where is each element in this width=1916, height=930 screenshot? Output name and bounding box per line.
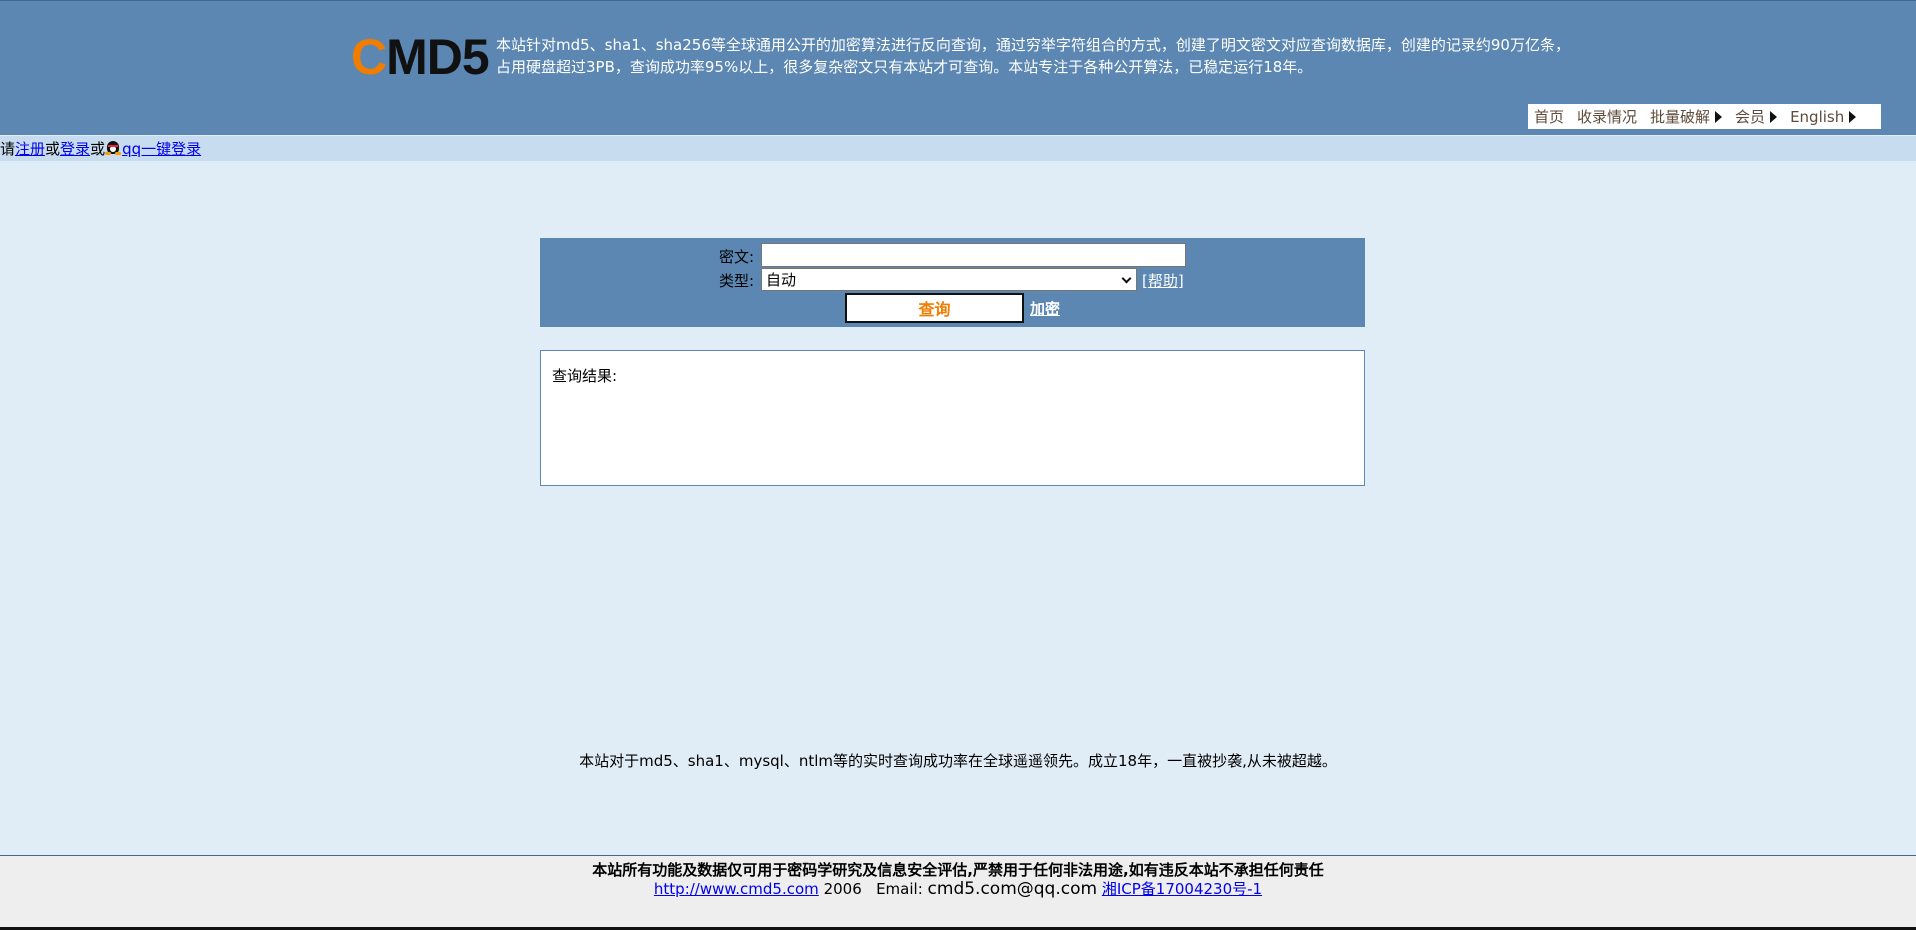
caret-right-icon bbox=[1715, 110, 1723, 123]
description-line-2: 占用硬盘超过3PB，查询成功率95%以上，很多复杂密文只有本站才可查询。本站专注… bbox=[496, 58, 1313, 76]
chevron-down-icon bbox=[1121, 273, 1132, 284]
cipher-input[interactable] bbox=[761, 243, 1186, 267]
footer-disclaimer: 本站所有功能及数据仅可用于密码学研究及信息安全评估,严禁用于任何非法用途,如有违… bbox=[592, 861, 1324, 879]
help-link[interactable]: 帮助 bbox=[1148, 272, 1178, 290]
slogan: 本站对于md5、sha1、mysql、ntlm等的实时查询成功率在全球遥遥领先。… bbox=[579, 752, 1337, 770]
encrypt-link-wrapper: 加密 bbox=[1030, 298, 1060, 319]
nav-stats[interactable]: 收录情况 bbox=[1577, 106, 1637, 127]
email-label: Email: bbox=[876, 880, 923, 898]
type-selected-value: 自动 bbox=[766, 271, 797, 289]
nav-batch-crack[interactable]: 批量破解 bbox=[1650, 106, 1723, 127]
login-link[interactable]: 登录 bbox=[60, 140, 90, 158]
header: CMD5 本站针对md5、sha1、sha256等全球通用公开的加密算法进行反向… bbox=[0, 0, 1916, 135]
login-bar: 请注册或登录或 qq一键登录 bbox=[0, 136, 1916, 161]
caret-right-icon bbox=[1770, 110, 1778, 123]
site-description: 本站针对md5、sha1、sha256等全球通用公开的加密算法进行反向查询，通过… bbox=[496, 34, 1596, 78]
nav-home[interactable]: 首页 bbox=[1534, 106, 1564, 127]
register-link[interactable]: 注册 bbox=[15, 140, 45, 158]
help-link-wrapper: [帮助] bbox=[1142, 272, 1184, 290]
result-title: 查询结果: bbox=[552, 367, 618, 385]
site-url-link[interactable]: http://www.cmd5.com bbox=[654, 880, 819, 898]
caret-right-icon bbox=[1849, 110, 1857, 123]
qq-penguin-icon bbox=[105, 136, 122, 156]
nav-english[interactable]: English bbox=[1790, 108, 1857, 126]
footer: 本站所有功能及数据仅可用于密码学研究及信息安全评估,严禁用于任何非法用途,如有违… bbox=[0, 855, 1916, 930]
icp-link[interactable]: 湘ICP备17004230号-1 bbox=[1102, 880, 1262, 898]
encrypt-link[interactable]: 加密 bbox=[1030, 300, 1060, 318]
type-label: 类型: bbox=[719, 272, 755, 290]
result-box: 查询结果: bbox=[540, 350, 1365, 486]
cipher-label: 密文: bbox=[719, 248, 755, 266]
type-select[interactable]: 自动 bbox=[761, 268, 1137, 291]
qq-login-link[interactable]: qq一键登录 bbox=[122, 140, 201, 158]
top-nav: 首页 收录情况 批量破解 会员 English bbox=[1528, 104, 1881, 129]
query-button[interactable]: 查询 bbox=[845, 293, 1024, 323]
description-line-1: 本站针对md5、sha1、sha256等全球通用公开的加密算法进行反向查询，通过… bbox=[496, 36, 1570, 54]
nav-member[interactable]: 会员 bbox=[1735, 106, 1778, 127]
footer-info: http://www.cmd5.com 2006 Email: cmd5.com… bbox=[0, 878, 1916, 899]
footer-year: 2006 bbox=[823, 880, 862, 898]
logo[interactable]: CMD5 bbox=[351, 31, 491, 83]
email-address: cmd5.com@qq.com bbox=[927, 879, 1098, 899]
